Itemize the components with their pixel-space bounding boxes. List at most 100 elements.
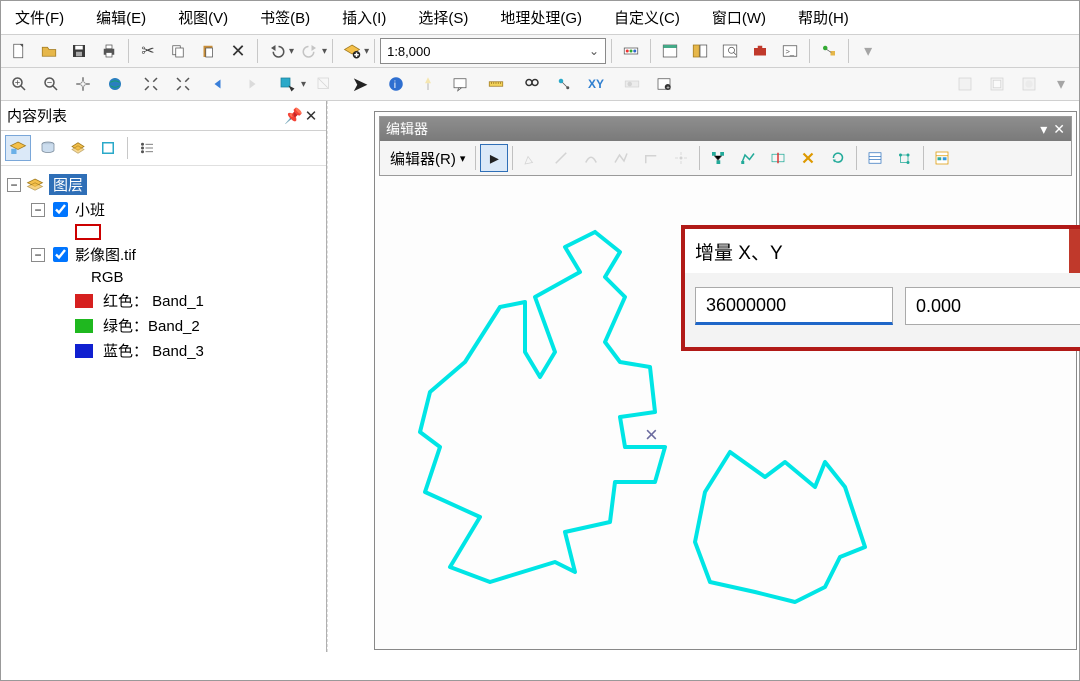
menu-file[interactable]: 文件(F) (15, 7, 64, 28)
layer-name: 影像图.tif (75, 244, 136, 265)
save-icon[interactable] (65, 37, 93, 65)
viewer-window-icon[interactable]: + (650, 70, 678, 98)
find-route-icon[interactable] (550, 70, 578, 98)
delta-x-input[interactable]: 36000000 (695, 287, 893, 325)
catalog-panel-icon[interactable] (686, 37, 714, 65)
dataview-1-icon[interactable] (951, 70, 979, 98)
select-features-icon[interactable] (273, 70, 301, 98)
print-icon[interactable] (95, 37, 123, 65)
paste-icon[interactable] (194, 37, 222, 65)
tree-root[interactable]: − 图层 (5, 172, 322, 197)
undo-history-icon[interactable]: ▾ (289, 46, 294, 57)
pan-icon[interactable] (69, 70, 97, 98)
dataview-2-icon[interactable] (983, 70, 1011, 98)
pin-icon[interactable]: 📌 (284, 107, 302, 125)
close-icon[interactable]: ✕ (302, 107, 320, 125)
rotate-icon[interactable] (824, 144, 852, 172)
collapse-icon[interactable]: − (31, 248, 45, 262)
dataview-3-icon[interactable] (1015, 70, 1043, 98)
fixed-zoom-out-icon[interactable] (169, 70, 197, 98)
new-file-icon[interactable] (5, 37, 33, 65)
python-window-icon[interactable]: >_ (776, 37, 804, 65)
band-label: 绿色：Band_2 (103, 315, 200, 336)
add-data-icon[interactable] (338, 37, 366, 65)
list-by-selection-icon[interactable] (95, 135, 121, 161)
overflow-2-icon[interactable]: ▾ (1047, 70, 1075, 98)
split-icon[interactable] (794, 144, 822, 172)
toc-options-icon[interactable] (134, 135, 160, 161)
fixed-zoom-in-icon[interactable] (137, 70, 165, 98)
menu-edit[interactable]: 编辑(E) (96, 7, 146, 28)
layers-icon (25, 176, 45, 194)
cut-icon[interactable]: ✂ (134, 37, 162, 65)
clear-selection-icon[interactable] (310, 70, 338, 98)
tree-layer-xiaoban[interactable]: − 小班 (5, 197, 322, 222)
menu-insert[interactable]: 插入(I) (342, 7, 386, 28)
right-angle-icon[interactable] (637, 144, 665, 172)
point-icon[interactable] (667, 144, 695, 172)
editor-options-icon[interactable]: ▾ (1040, 121, 1047, 138)
time-slider-icon[interactable] (618, 70, 646, 98)
menu-geoprocessing[interactable]: 地理处理(G) (500, 7, 582, 28)
toolbox-icon[interactable] (746, 37, 774, 65)
menu-select[interactable]: 选择(S) (418, 7, 468, 28)
layer-visibility-checkbox[interactable] (53, 202, 68, 217)
identify-icon[interactable]: i (382, 70, 410, 98)
measure-icon[interactable] (482, 70, 510, 98)
list-by-drawing-order-icon[interactable] (5, 135, 31, 161)
select-features-menu-icon[interactable]: ▾ (301, 79, 306, 90)
menu-view[interactable]: 视图(V) (178, 7, 228, 28)
attributes-icon[interactable] (861, 144, 889, 172)
full-extent-icon[interactable] (101, 70, 129, 98)
list-by-source-icon[interactable] (35, 135, 61, 161)
scale-selector[interactable]: 1:8,000 ⌄ (380, 38, 606, 64)
collapse-icon[interactable]: − (31, 203, 45, 217)
cut-polygons-icon[interactable] (764, 144, 792, 172)
delta-close-button[interactable]: ✕ (1069, 229, 1080, 273)
delete-icon[interactable]: ✕ (224, 37, 252, 65)
menu-window[interactable]: 窗口(W) (712, 7, 766, 28)
trace-icon[interactable] (607, 144, 635, 172)
open-file-icon[interactable] (35, 37, 63, 65)
next-extent-icon[interactable] (237, 70, 265, 98)
edit-tool-icon[interactable]: ▸ (480, 144, 508, 172)
sketch-properties-icon[interactable] (891, 144, 919, 172)
redo-icon[interactable] (296, 37, 324, 65)
editor-menu[interactable]: 编辑器(R) ▾ (384, 146, 471, 171)
menu-help[interactable]: 帮助(H) (798, 7, 849, 28)
add-data-menu-icon[interactable]: ▾ (364, 46, 369, 57)
select-elements-icon[interactable]: ➤ (346, 70, 374, 98)
html-popup-icon[interactable] (446, 70, 474, 98)
collapse-icon[interactable]: − (7, 178, 21, 192)
prev-extent-icon[interactable] (205, 70, 233, 98)
tree-layer-raster[interactable]: − 影像图.tif (5, 242, 322, 267)
arc-segment-icon[interactable] (577, 144, 605, 172)
edit-annotation-icon[interactable] (517, 144, 545, 172)
model-builder-icon[interactable] (815, 37, 843, 65)
delta-y-input[interactable]: 0.000 (905, 287, 1080, 325)
toc-panel-icon[interactable] (656, 37, 684, 65)
find-icon[interactable] (518, 70, 546, 98)
menu-customize[interactable]: 自定义(C) (614, 7, 680, 28)
edit-vertices-icon[interactable] (704, 144, 732, 172)
undo-icon[interactable] (263, 37, 291, 65)
menu-bookmark[interactable]: 书签(B) (260, 7, 310, 28)
reshape-icon[interactable] (734, 144, 762, 172)
band-swatch-icon (75, 344, 93, 358)
layer-symbol-xiaoban[interactable] (5, 222, 322, 242)
zoom-out-icon[interactable] (37, 70, 65, 98)
editor-close-icon[interactable]: ✕ (1053, 121, 1065, 138)
copy-icon[interactable] (164, 37, 192, 65)
editor-toolbar-icon[interactable] (617, 37, 645, 65)
map-frame[interactable]: 编辑器 ▾ ✕ 编辑器(R) ▾ ▸ (374, 111, 1077, 650)
goto-xy-icon[interactable]: XY (582, 70, 610, 98)
search-panel-icon[interactable] (716, 37, 744, 65)
band-swatch-icon (75, 294, 93, 308)
layer-visibility-checkbox[interactable] (53, 247, 68, 262)
straight-segment-icon[interactable] (547, 144, 575, 172)
hyperlink-icon[interactable] (414, 70, 442, 98)
list-by-visibility-icon[interactable] (65, 135, 91, 161)
create-features-icon[interactable] (928, 144, 956, 172)
overflow-icon[interactable]: ▾ (854, 37, 882, 65)
zoom-in-icon[interactable] (5, 70, 33, 98)
